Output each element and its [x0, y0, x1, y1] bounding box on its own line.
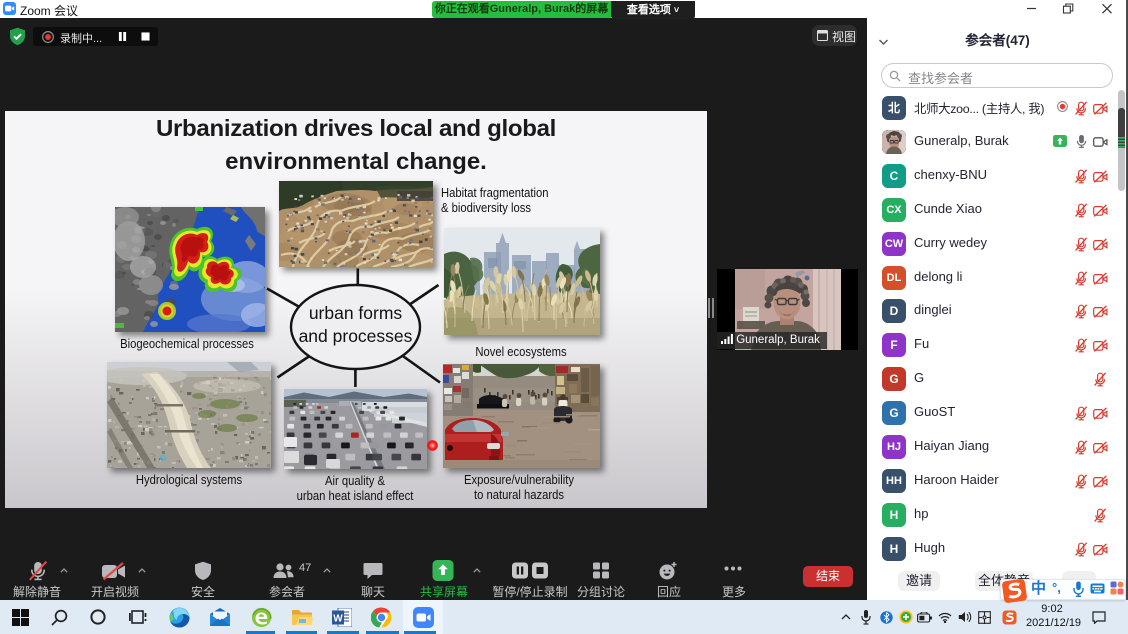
svg-text:W: W [333, 613, 343, 624]
svg-text:and processes: and processes [299, 326, 413, 346]
svg-text:urban forms: urban forms [309, 303, 403, 323]
